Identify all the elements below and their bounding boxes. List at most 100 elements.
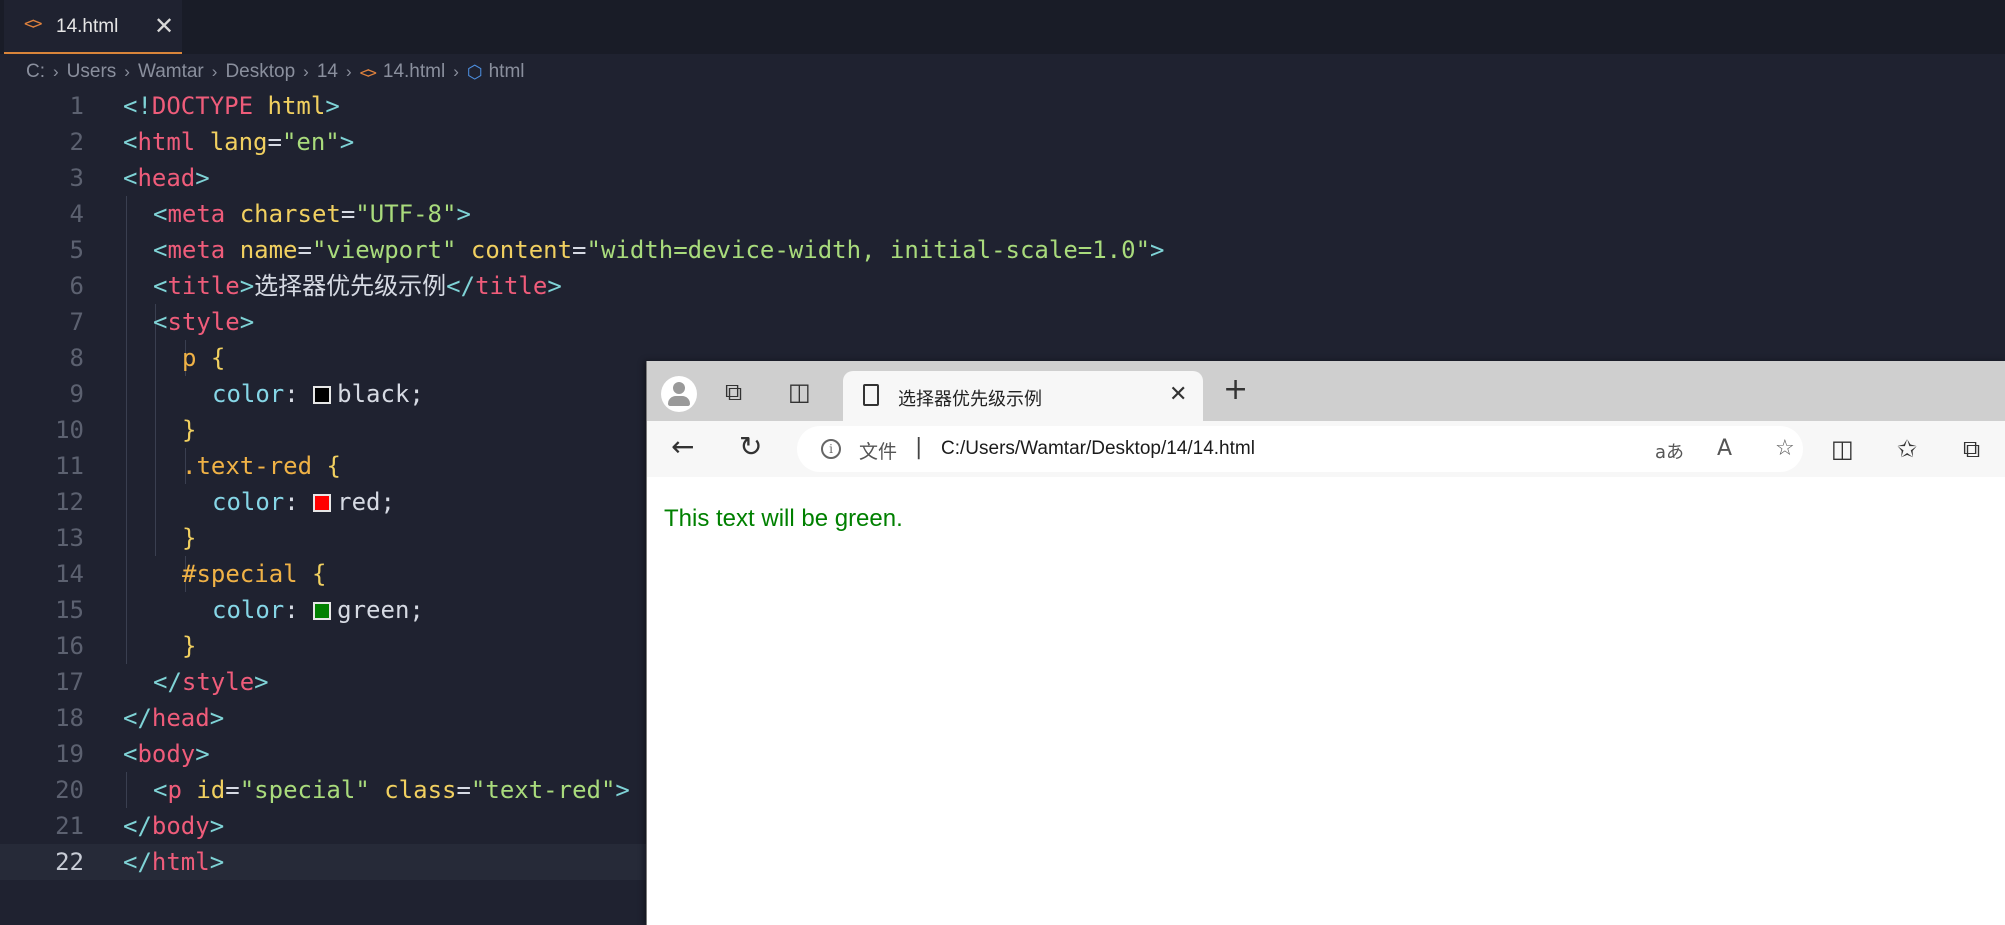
code-text: color: black; [212, 380, 424, 408]
editor-tab-bar: <> 14.html ✕ [0, 0, 2005, 54]
breadcrumb-item-wamtar[interactable]: Wamtar [138, 61, 204, 83]
page-content: This text will be green. [647, 477, 2005, 925]
line-number: 8 [69, 344, 84, 372]
translate-icon[interactable]: aあ [1655, 438, 1684, 464]
chevron-right-icon: › [345, 62, 352, 81]
chevron-right-icon: › [211, 62, 218, 81]
breadcrumb-item-drive[interactable]: C: [26, 61, 45, 83]
close-icon[interactable]: ✕ [1169, 382, 1187, 407]
code-text: color: red; [212, 488, 395, 516]
html-file-icon: <> [359, 62, 377, 82]
chevron-right-icon: › [124, 62, 130, 81]
color-swatch-black[interactable] [313, 386, 332, 404]
line-number: 17 [55, 668, 84, 696]
breadcrumb-item-folder-14[interactable]: 14 [317, 61, 338, 83]
workspaces-icon[interactable]: ⧉ [725, 380, 742, 404]
html-file-icon: <> [24, 14, 43, 34]
profile-head [673, 382, 685, 394]
code-text: </html> [123, 848, 225, 876]
collections-icon[interactable]: ⧉ [1963, 437, 1980, 461]
favorite-icon[interactable]: ☆ [1775, 436, 1795, 461]
code-line: 2 <html lang="en"> [0, 124, 2005, 160]
back-icon[interactable]: ← [671, 433, 694, 461]
editor-tab-14-html[interactable]: <> 14.html ✕ [4, 0, 182, 54]
line-number: 7 [69, 308, 84, 336]
favorites-icon[interactable]: ✩ [1897, 437, 1917, 461]
line-number: 2 [69, 128, 84, 156]
code-text: <style> [153, 308, 255, 336]
line-number: 18 [55, 704, 84, 732]
split-screen-icon[interactable]: ◫ [1831, 437, 1854, 461]
vertical-tabs-icon[interactable]: ◫ [788, 380, 811, 404]
line-number: 20 [55, 776, 84, 804]
code-text: color: green; [212, 596, 424, 624]
browser-tab-strip: ⧉ ◫ 选择器优先级示例 ✕ + [647, 361, 2005, 421]
chevron-right-icon: › [453, 62, 459, 81]
editor-tab-label: 14.html [56, 16, 119, 37]
code-line: 1 <!DOCTYPE html> [0, 88, 2005, 124]
code-text: #special { [182, 560, 327, 588]
code-text: } [182, 416, 197, 444]
breadcrumb-item-users[interactable]: Users [67, 61, 117, 83]
new-tab-button[interactable]: + [1223, 375, 1248, 405]
breadcrumb: C: › Users › Wamtar › Desktop › 14 › <> 14.htm… [26, 58, 525, 86]
profile-shoulders [668, 396, 690, 406]
line-number: 9 [69, 380, 84, 408]
read-aloud-icon[interactable]: A [1717, 436, 1732, 461]
code-line: 3 <head> [0, 160, 2005, 196]
code-line: 4 <meta charset="UTF-8"> [0, 196, 2005, 232]
color-swatch-green[interactable] [313, 602, 332, 620]
line-number: 22 [55, 848, 84, 876]
breadcrumb-item-html-element[interactable]: html [489, 61, 525, 83]
line-number: 16 [55, 632, 84, 660]
line-number: 14 [55, 560, 84, 588]
code-text: <html lang="en"> [123, 128, 355, 156]
line-number: 13 [55, 524, 84, 552]
code-text: </style> [153, 668, 269, 696]
code-text: <head> [123, 164, 210, 192]
code-text: <!DOCTYPE html> [123, 92, 340, 120]
code-text: p { [182, 344, 226, 372]
breadcrumb-item-file[interactable]: 14.html [383, 61, 445, 83]
address-scheme-label: 文件 [859, 441, 898, 463]
address-url[interactable]: C:/Users/Wamtar/Desktop/14/14.html [941, 438, 1255, 460]
line-number: 1 [69, 92, 84, 120]
line-number: 12 [55, 488, 84, 516]
code-text: </head> [123, 704, 225, 732]
page-icon [863, 384, 879, 406]
line-number: 5 [69, 236, 84, 264]
close-icon[interactable]: ✕ [154, 12, 174, 40]
code-text: <meta charset="UTF-8"> [153, 200, 471, 228]
line-number: 10 [55, 416, 84, 444]
chevron-right-icon: › [53, 62, 59, 81]
line-number: 15 [55, 596, 84, 624]
line-number: 21 [55, 812, 84, 840]
address-bar[interactable]: i 文件 | C:/Users/Wamtar/Desktop/14/14.htm… [797, 426, 1803, 472]
profile-avatar[interactable] [661, 376, 697, 412]
breadcrumb-item-desktop[interactable]: Desktop [225, 61, 295, 83]
line-number: 11 [55, 452, 84, 480]
cube-icon: ⬡ [466, 61, 483, 82]
code-line: 7 <style> [0, 304, 2005, 340]
line-number: 19 [55, 740, 84, 768]
code-text: } [182, 524, 197, 552]
line-number: 3 [69, 164, 84, 192]
color-swatch-red[interactable] [313, 494, 332, 512]
refresh-icon[interactable]: ↻ [739, 433, 762, 461]
code-line: 6 <title>选择器优先级示例</title> [0, 268, 2005, 304]
browser-tab-title: 选择器优先级示例 [898, 389, 1042, 410]
code-text: .text-red { [182, 452, 341, 480]
address-separator: | [915, 435, 923, 460]
code-text: </body> [123, 812, 225, 840]
browser-window: ⧉ ◫ 选择器优先级示例 ✕ + ← ↻ i 文件 | C:/Users/Wam… [646, 361, 2005, 925]
code-text: } [182, 632, 197, 660]
page-paragraph: This text will be green. [664, 505, 903, 532]
code-line: 5 <meta name="viewport" content="width=de… [0, 232, 2005, 268]
line-number: 4 [69, 200, 84, 228]
code-text: <body> [123, 740, 210, 768]
info-icon[interactable]: i [821, 439, 841, 459]
browser-tab-active[interactable]: 选择器优先级示例 ✕ [843, 371, 1203, 421]
line-number: 6 [69, 272, 84, 300]
code-text: <title>选择器优先级示例</title> [153, 272, 562, 300]
chevron-right-icon: › [303, 62, 309, 81]
